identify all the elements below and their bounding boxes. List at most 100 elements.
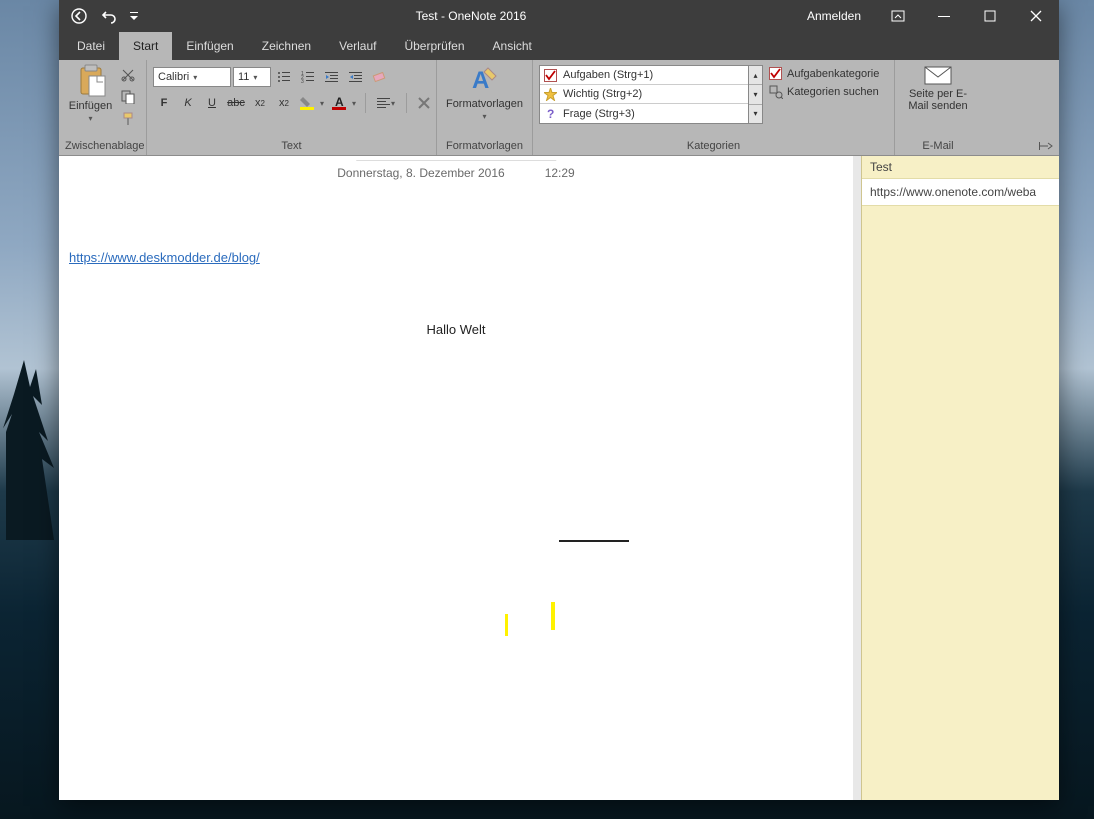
category-gallery-scroll: ▴ ▾ ▾ [749,65,763,124]
paintbrush-icon [121,112,135,126]
chevron-down-icon: ▾ [193,73,197,82]
superscript-button[interactable]: x2 [273,92,295,114]
page-scrollbar[interactable] [853,156,861,800]
gallery-down-button[interactable]: ▾ [749,85,762,104]
font-size-combo[interactable]: 11▾ [233,67,271,87]
copy-button[interactable] [118,88,138,106]
group-clipboard: Einfügen▾ Zwischenablage [59,60,147,155]
maximize-button[interactable] [967,0,1013,32]
numbering-icon: 123 [301,70,315,84]
paste-button[interactable]: Einfügen▾ [65,62,116,125]
svg-text:?: ? [547,107,554,120]
group-categories: Aufgaben (Strg+1) Wichtig (Strg+2) ? Fra… [533,60,895,155]
eraser-icon [372,70,388,84]
tab-start[interactable]: Start [119,32,172,60]
styles-icon: A [470,64,500,96]
font-family-combo[interactable]: Calibri▾ [153,67,231,87]
category-frage[interactable]: ? Frage (Strg+3) [540,104,748,123]
qat-customize-button[interactable] [129,6,139,26]
numbering-button[interactable]: 123 [297,66,319,88]
group-styles: A Formatvorlagen▾ Formatvorlagen [437,60,533,155]
outdent-icon [325,70,339,84]
question-icon: ? [544,107,557,120]
chevron-down-icon: ▾ [88,114,92,123]
content-area: Donnerstag, 8. Dezember 2016 12:29 https… [59,156,1059,800]
search-categories-button[interactable]: Kategorien suchen [769,85,879,99]
chevron-down-icon: ▾ [482,112,486,121]
doc-title: Test [416,9,438,23]
tab-zeichnen[interactable]: Zeichnen [248,32,325,60]
clear-formatting-button[interactable] [369,66,391,88]
email-page-button[interactable]: Seite per E-Mail senden [901,62,975,112]
font-color-icon: A [332,95,352,111]
tab-datei[interactable]: Datei [63,32,119,60]
page-date: Donnerstag, 8. Dezember 2016 [337,166,504,180]
subscript-button[interactable]: x2 [249,92,271,114]
strikethrough-button[interactable]: abc [225,92,247,114]
page-tab-onenote-url[interactable]: https://www.onenote.com/weba [862,178,1059,206]
note-page[interactable]: Donnerstag, 8. Dezember 2016 12:29 https… [59,156,853,800]
clipboard-icon [75,64,107,98]
group-text: Calibri▾ 11▾ 123 F K U abc x2 x2 ▾ A▾ [147,60,437,155]
increase-indent-button[interactable] [345,66,367,88]
desktop-tree-silhouette [0,360,60,540]
align-button[interactable]: ▾ [372,92,400,114]
content-hyperlink[interactable]: https://www.deskmodder.de/blog/ [69,250,260,265]
gallery-more-button[interactable]: ▾ [749,105,762,123]
tab-verlauf[interactable]: Verlauf [325,32,390,60]
italic-button[interactable]: K [177,92,199,114]
underline-button[interactable]: U [201,92,223,114]
ribbon: Einfügen▾ Zwischenablage Calibri▾ 11▾ 12… [59,60,1059,156]
copy-icon [121,90,135,104]
group-label-text: Text [153,138,430,155]
scissors-icon [121,68,135,82]
page-list-pane: Test https://www.onenote.com/weba [861,156,1059,800]
search-tags-icon [769,85,783,99]
back-button[interactable] [69,6,89,26]
ribbon-display-options-button[interactable] [875,0,921,32]
group-label-categories: Kategorien [539,138,888,155]
tab-einfuegen[interactable]: Einfügen [172,32,247,60]
quick-access-toolbar [59,6,149,26]
indent-icon [349,70,363,84]
category-wichtig[interactable]: Wichtig (Strg+2) [540,85,748,104]
gallery-up-button[interactable]: ▴ [749,66,762,85]
category-gallery: Aufgaben (Strg+1) Wichtig (Strg+2) ? Fra… [539,65,749,124]
close-button[interactable] [1013,0,1059,32]
chevron-down-icon: ▾ [253,73,257,82]
align-icon [377,96,391,110]
page-date-header: Donnerstag, 8. Dezember 2016 12:29 [337,166,574,180]
undo-button[interactable] [99,6,119,26]
signin-button[interactable]: Anmelden [793,9,875,23]
svg-text:3: 3 [301,79,304,84]
window-title: Test - OneNote 2016 [149,9,793,23]
font-color-button[interactable]: A▾ [329,92,359,114]
envelope-icon [924,64,952,86]
bullets-icon [277,70,291,84]
page-tab-test[interactable]: Test [862,156,1059,178]
tab-ansicht[interactable]: Ansicht [479,32,546,60]
star-icon [544,88,557,101]
decrease-indent-button[interactable] [321,66,343,88]
highlight-mark-1 [551,602,555,630]
onenote-window: Test - OneNote 2016 Anmelden Datei Start… [59,0,1059,800]
bold-button[interactable]: F [153,92,175,114]
minimize-button[interactable] [921,0,967,32]
task-category-button[interactable]: Aufgabenkategorie [769,67,879,81]
format-painter-button[interactable] [118,110,138,128]
category-aufgaben[interactable]: Aufgaben (Strg+1) [540,66,748,85]
highlight-mark-2 [505,614,508,636]
collapse-ribbon-button[interactable] [1039,141,1053,151]
group-label-styles: Formatvorlagen [443,138,526,155]
svg-text:A: A [335,95,344,109]
delete-button[interactable] [413,92,435,114]
title-right-controls: Anmelden [793,0,1059,32]
styles-button[interactable]: A Formatvorlagen▾ [443,62,526,123]
bullets-button[interactable] [273,66,295,88]
tab-ueberpruefen[interactable]: Überprüfen [390,32,478,60]
group-label-clipboard: Zwischenablage [65,138,140,155]
cut-button[interactable] [118,66,138,84]
group-label-email: E-Mail [901,138,975,155]
highlight-button[interactable]: ▾ [297,92,327,114]
titlebar: Test - OneNote 2016 Anmelden [59,0,1059,32]
